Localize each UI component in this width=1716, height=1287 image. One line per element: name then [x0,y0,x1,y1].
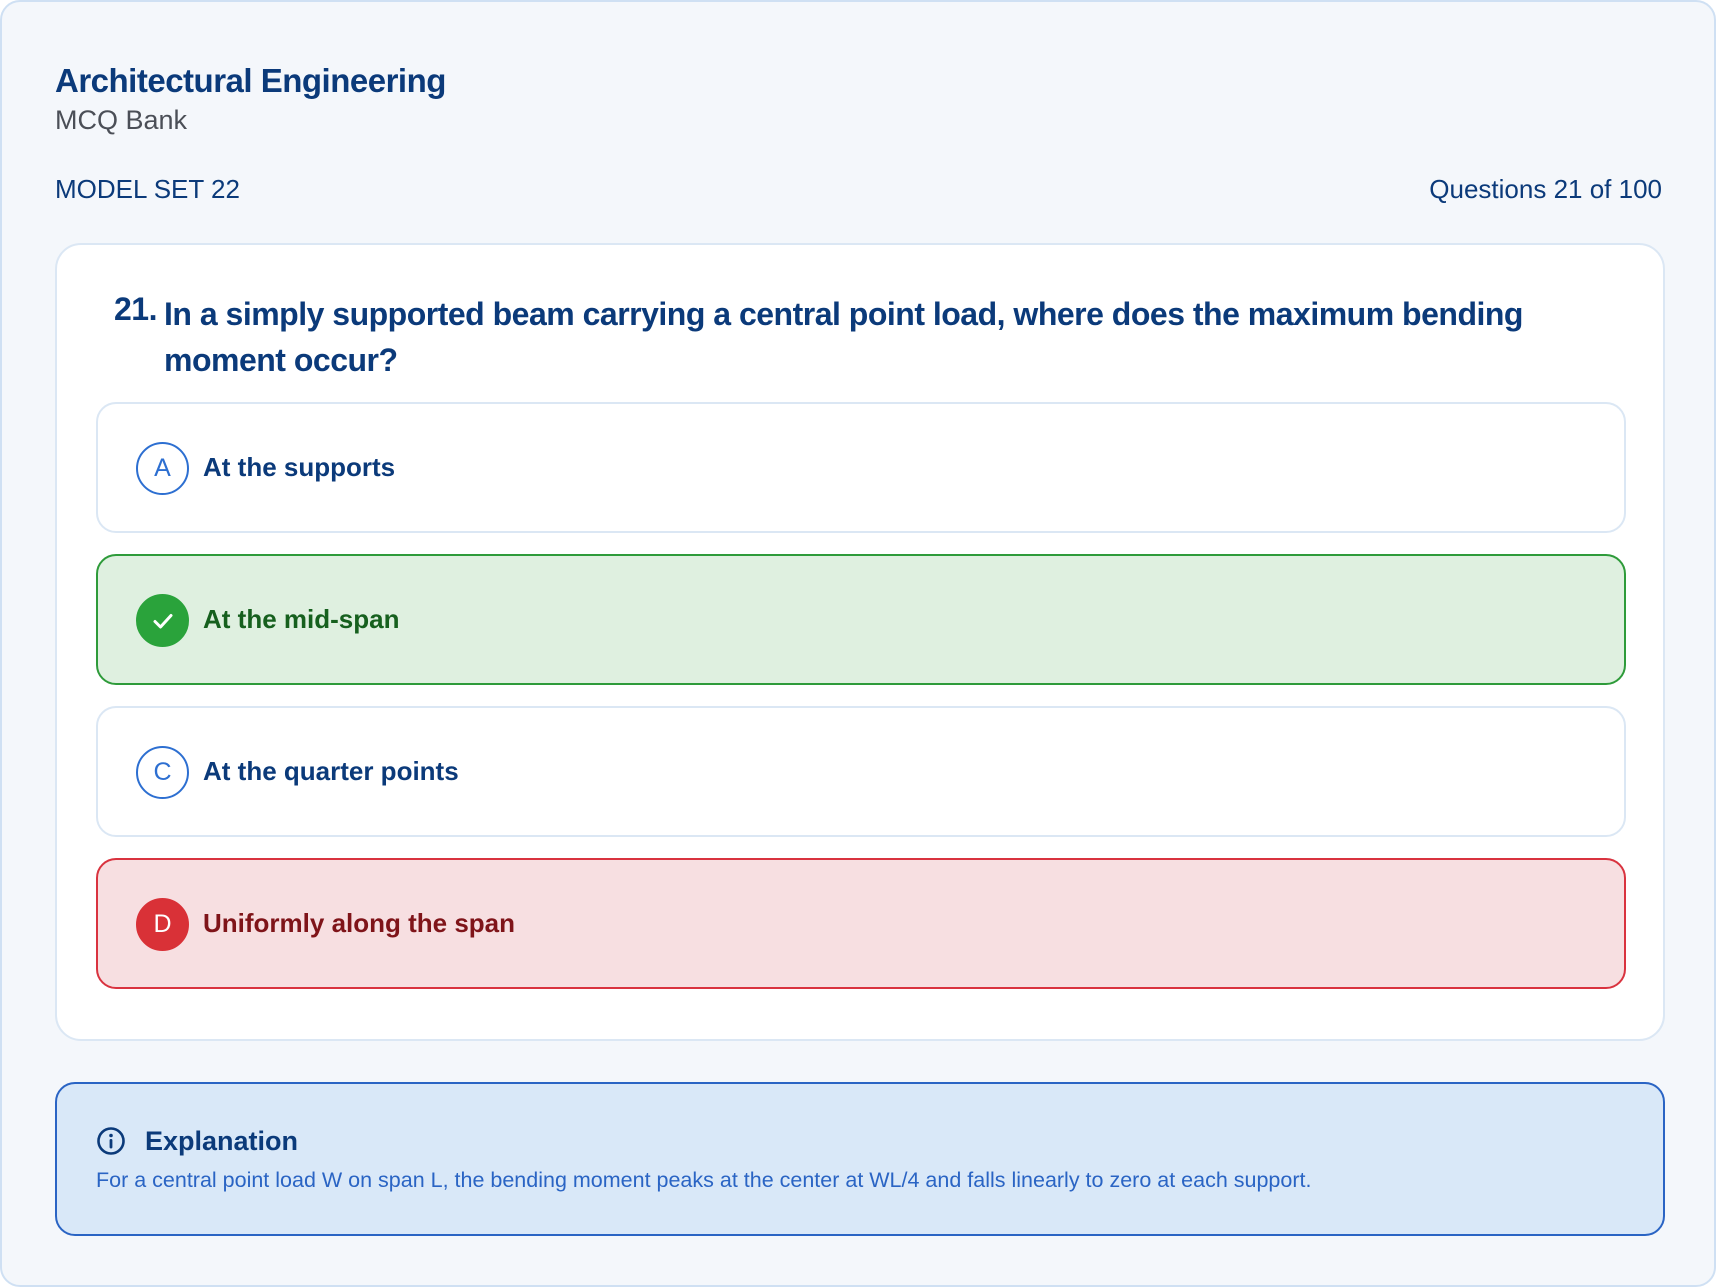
question-number: 21. [114,291,157,327]
option-c[interactable]: C At the quarter points [96,706,1626,837]
option-label: At the quarter points [203,756,459,786]
option-label: Uniformly along the span [203,908,516,938]
option-label: At the supports [203,452,396,482]
app-title: Architectural Engineering [55,62,446,99]
explanation-title: Explanation [145,1126,299,1156]
question-text: In a simply supported beam carrying a ce… [164,296,1523,378]
option-b-correct[interactable]: At the mid-span [96,554,1626,685]
option-d-wrong[interactable]: D Uniformly along the span [96,858,1626,989]
question-progress: Questions 21 of 100 [1429,174,1662,204]
option-a[interactable]: A At the supports [96,402,1626,533]
option-label: At the mid-span [203,604,400,634]
option-letter-badge: C [136,746,189,799]
check-icon [136,594,189,647]
option-letter-badge: D [136,898,189,951]
question-card: 21. In a simply supported beam carrying … [55,243,1665,1041]
app-subtitle: MCQ Bank [55,105,188,135]
explanation-body: For a central point load W on span L, th… [96,1168,1312,1192]
explanation-panel: Explanation For a central point load W o… [55,1082,1665,1236]
app-frame: Architectural Engineering MCQ Bank MODEL… [0,0,1716,1287]
model-set-label: MODEL SET 22 [55,174,240,204]
option-letter-badge: A [136,442,189,495]
info-icon [97,1127,125,1155]
